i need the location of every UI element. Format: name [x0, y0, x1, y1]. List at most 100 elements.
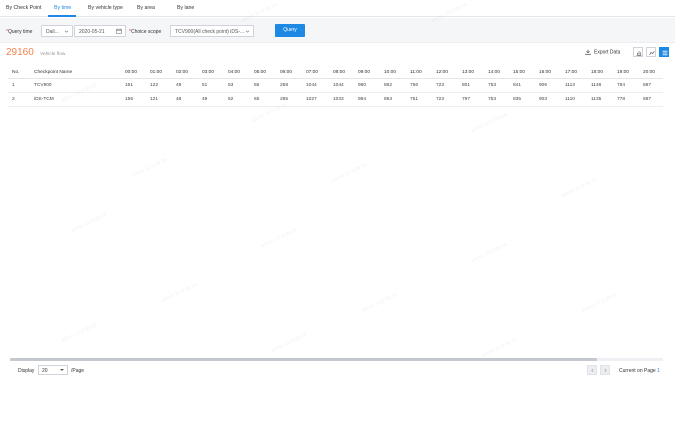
table-cell: 49: [202, 97, 208, 102]
table-cell: 1044: [333, 83, 344, 88]
tab-by-vehicle-type[interactable]: By vehicle type: [88, 5, 123, 11]
active-tab-indicator: [48, 15, 76, 17]
watermark: admin 10.9.99.56: [330, 162, 369, 184]
per-page-label: /Page: [71, 368, 85, 374]
table-cell: 778: [617, 97, 626, 102]
column-header: 09:00: [358, 70, 371, 75]
watermark: admin 10.9.99.56: [60, 322, 99, 344]
column-header: 15:00: [513, 70, 526, 75]
next-page-button[interactable]: [600, 365, 610, 375]
query-button[interactable]: Query: [275, 24, 305, 37]
checkpoint-name-cell: iDS-TCM: [34, 97, 54, 102]
table-cell: 751: [410, 97, 419, 102]
column-header: 16:00: [539, 70, 552, 75]
watermark: admin 10.9.99.56: [160, 282, 199, 304]
table-cell: 1: [12, 83, 15, 88]
table-cell: 784: [617, 83, 626, 88]
column-header: 19:00: [617, 70, 630, 75]
column-header: 03:00: [202, 70, 215, 75]
date-picker[interactable]: 2020-05-21: [74, 25, 126, 37]
page-size-select[interactable]: 20: [38, 365, 68, 375]
watermark: admin 10.9.99.56: [360, 292, 399, 314]
table-cell: 984: [358, 97, 367, 102]
column-header: No.: [12, 70, 20, 75]
query-bar: *Query time Dail... 2020-05-21 *Choice s…: [0, 18, 675, 43]
table-view-button[interactable]: [659, 47, 669, 57]
table-cell: 960: [358, 83, 367, 88]
horizontal-scrollbar[interactable]: [10, 358, 663, 361]
tab-by-check-point[interactable]: By Check Point: [6, 5, 41, 11]
column-header: 01:00: [150, 70, 163, 75]
line-chart-view-button[interactable]: [646, 47, 656, 57]
table-cell: 1146: [591, 83, 602, 88]
current-page-label: Current on Page: [619, 368, 656, 374]
watermark: admin 10.9.99.56: [70, 212, 109, 234]
watermark: admin 10.9.99.56: [130, 157, 169, 179]
period-select[interactable]: Dail...: [41, 25, 73, 37]
table-cell: 51: [202, 83, 208, 88]
table-cell: 753: [488, 97, 497, 102]
table-cell: 1033: [333, 97, 344, 102]
scrollbar-thumb[interactable]: [10, 358, 597, 361]
table-cell: 258: [280, 83, 289, 88]
column-header: 00:00: [125, 70, 138, 75]
table-cell: 122: [150, 83, 159, 88]
total-vehicle-label: Vehicle flow: [40, 52, 66, 57]
column-header: 10:00: [384, 70, 397, 75]
bar-chart-view-button[interactable]: [633, 47, 643, 57]
column-header: 06:00: [280, 70, 293, 75]
query-time-label: *Query time: [6, 29, 33, 35]
table-cell: 156: [125, 97, 134, 102]
scope-select[interactable]: TCV900(All check point) iDS-...: [170, 25, 254, 37]
watermark: admin 10.9.99.56: [580, 292, 619, 314]
prev-page-button[interactable]: [587, 365, 597, 375]
table-cell: 841: [513, 83, 522, 88]
table-cell: 687: [643, 97, 652, 102]
line-chart-icon: [649, 50, 655, 55]
table-cell: 53: [228, 83, 234, 88]
table-cell: 797: [462, 97, 471, 102]
table-cell: 903: [539, 97, 548, 102]
column-header: Checkpoint Name: [34, 70, 73, 75]
date-value: 2020-05-21: [79, 29, 105, 35]
watermark: admin 10.9.99.56: [470, 242, 509, 264]
current-page-number: 1: [657, 368, 660, 374]
tab-by-time[interactable]: By time: [54, 5, 71, 11]
table-cell: 753: [488, 83, 497, 88]
total-vehicle-count: 29160: [6, 47, 34, 58]
display-label: Display: [18, 368, 35, 374]
download-icon: [585, 49, 591, 55]
table-cell: 853: [384, 97, 393, 102]
table-cell: 906: [539, 83, 548, 88]
caret-down-icon: [60, 369, 64, 371]
column-header: 13:00: [462, 70, 475, 75]
column-header: 14:00: [488, 70, 501, 75]
table-cell: 1113: [565, 83, 575, 88]
checkpoint-name-cell: TCV900: [34, 83, 52, 88]
table-cell: 49: [176, 83, 182, 88]
column-header: 20:00: [643, 70, 656, 75]
table-cell: 1044: [306, 83, 317, 88]
table-cell: 862: [384, 83, 393, 88]
table-cell: 801: [462, 83, 471, 88]
watermark: admin 10.9.99.56: [480, 337, 519, 359]
table-cell: 65: [254, 97, 260, 102]
bar-chart-icon: [636, 51, 642, 56]
column-header: 11:00: [410, 70, 422, 75]
tab-by-lane[interactable]: By lane: [177, 5, 194, 11]
table-cell: 1110: [565, 97, 575, 102]
column-header: 04:00: [228, 70, 241, 75]
chevron-right-icon: [604, 368, 607, 373]
table-row: 1 TCV900 161 122 49 51 53 66 258 1044 1044 960 862 75…: [8, 79, 663, 93]
table-header: No. Checkpoint Name 00:00 01:00 02:00 03:00 04…: [8, 67, 663, 79]
table-cell: 52: [228, 97, 234, 102]
calendar-icon: [116, 28, 122, 34]
chevron-down-icon: [245, 30, 250, 33]
column-header: 08:00: [333, 70, 346, 75]
column-header: 12:00: [436, 70, 449, 75]
tab-by-area[interactable]: By area: [137, 5, 155, 11]
table-cell: 1135: [591, 97, 602, 102]
watermark: admin 10.9.99.56: [270, 332, 309, 354]
table-cell: 2: [12, 97, 15, 102]
export-data-button[interactable]: Export Data: [585, 49, 620, 55]
